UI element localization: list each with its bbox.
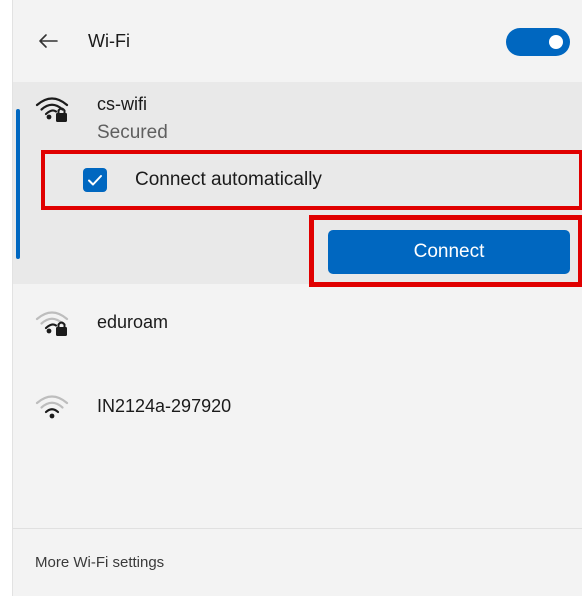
connect-highlight: Connect: [309, 215, 582, 287]
selection-indicator: [16, 109, 20, 259]
network-status: Secured: [97, 122, 168, 143]
network-name: IN2124a-297920: [97, 396, 232, 416]
connect-automatically-label[interactable]: Connect automatically: [135, 169, 322, 191]
wifi-toggle[interactable]: [506, 28, 570, 56]
connect-automatically-checkbox[interactable]: [83, 168, 107, 192]
checkmark-icon: [88, 175, 102, 186]
wifi-icon: [35, 395, 69, 419]
page-title: Wi-Fi: [88, 31, 130, 51]
network-item-in2124a-297920[interactable]: IN2124a-297920: [13, 368, 582, 452]
network-item-cs-wifi[interactable]: cs-wifi Secured Connect automatically Co…: [13, 82, 582, 287]
footer-divider: [13, 528, 582, 529]
network-name: cs-wifi: [97, 94, 147, 114]
connect-automatically-row[interactable]: Connect automatically: [41, 150, 582, 210]
toggle-knob: [549, 35, 563, 49]
more-wifi-settings-link[interactable]: More Wi-Fi settings: [35, 554, 164, 571]
wifi-header: Wi-Fi: [13, 0, 582, 82]
wifi-panel: Wi-Fi cs-wifi Secured Connect automatica…: [12, 0, 582, 596]
connect-button[interactable]: Connect: [328, 230, 570, 274]
network-name: eduroam: [97, 312, 169, 332]
back-arrow-icon: [39, 34, 58, 48]
wifi-secured-icon: [35, 311, 69, 336]
wifi-secured-icon: [35, 97, 69, 122]
network-item-eduroam[interactable]: eduroam: [13, 284, 582, 368]
back-button[interactable]: [35, 28, 61, 54]
